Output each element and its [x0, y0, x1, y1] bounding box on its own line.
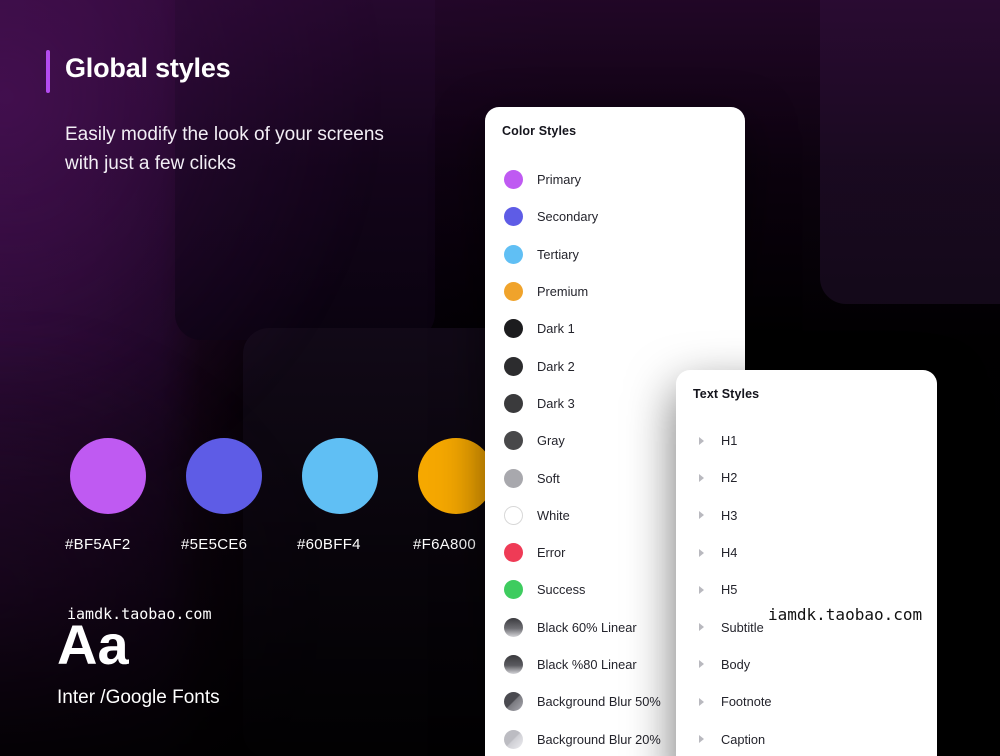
color-style-label: Primary [537, 172, 581, 187]
title-accent-bar [46, 50, 50, 93]
text-style-row[interactable]: H3 [676, 497, 937, 534]
chevron-right-icon[interactable] [699, 735, 704, 743]
color-style-label: White [537, 508, 570, 523]
text-styles-list: H1 H2 H3 H4 H5 Subtitle Body Footnote Caption [676, 422, 937, 756]
palette-hex-label: #F6A800 [413, 536, 476, 553]
color-style-row[interactable]: Secondary [485, 198, 745, 235]
color-style-row[interactable]: Premium [485, 273, 745, 310]
text-style-label: H5 [721, 582, 737, 597]
color-swatch-icon [504, 506, 523, 525]
color-style-label: Dark 3 [537, 396, 575, 411]
color-swatch-icon [504, 357, 523, 376]
font-name-caption: Inter /Google Fonts [57, 687, 220, 709]
palette-hex-label: #BF5AF2 [65, 536, 130, 553]
palette-hex-label: #5E5CE6 [181, 536, 247, 553]
color-swatch-icon [504, 692, 523, 711]
color-style-row[interactable]: Dark 1 [485, 310, 745, 347]
text-style-row[interactable]: Footnote [676, 683, 937, 720]
text-style-label: Footnote [721, 694, 772, 709]
color-style-label: Background Blur 50% [537, 694, 661, 709]
text-style-label: Body [721, 657, 750, 672]
text-style-label: Caption [721, 732, 765, 747]
palette-hex-label: #60BFF4 [297, 536, 361, 553]
text-style-row[interactable]: H4 [676, 534, 937, 571]
text-style-row[interactable]: Body [676, 646, 937, 683]
color-style-label: Dark 2 [537, 359, 575, 374]
chevron-right-icon[interactable] [699, 437, 704, 445]
color-style-label: Premium [537, 284, 588, 299]
color-style-label: Black %80 Linear [537, 657, 637, 672]
palette-circle [302, 438, 378, 514]
color-style-label: Black 60% Linear [537, 620, 637, 635]
text-style-label: H4 [721, 545, 737, 560]
text-style-label: Subtitle [721, 620, 764, 635]
text-style-row[interactable]: Subtitle [676, 608, 937, 645]
text-styles-title: Text Styles [693, 387, 759, 401]
color-style-row[interactable]: Primary [485, 161, 745, 198]
chevron-right-icon[interactable] [699, 474, 704, 482]
palette-circle [418, 438, 494, 514]
color-style-label: Success [537, 582, 585, 597]
global-styles-showcase: Global styles Easily modify the look of … [0, 0, 1000, 756]
color-swatch-icon [504, 655, 523, 674]
color-style-label: Error [537, 545, 565, 560]
text-style-row[interactable]: Caption [676, 720, 937, 756]
color-swatch-icon [504, 207, 523, 226]
palette-circle [186, 438, 262, 514]
chevron-right-icon[interactable] [699, 660, 704, 668]
color-swatch-icon [504, 730, 523, 749]
text-style-label: H2 [721, 470, 737, 485]
color-style-label: Dark 1 [537, 321, 575, 336]
page-subtitle: Easily modify the look of your screens w… [65, 120, 395, 178]
color-swatch-icon [504, 245, 523, 264]
color-swatch-icon [504, 618, 523, 637]
text-style-label: H3 [721, 508, 737, 523]
font-sample-glyph: Aa [57, 617, 129, 673]
color-swatch-icon [504, 580, 523, 599]
color-style-row[interactable]: Tertiary [485, 236, 745, 273]
chevron-right-icon[interactable] [699, 549, 704, 557]
color-styles-title: Color Styles [502, 124, 576, 138]
palette-circle [70, 438, 146, 514]
text-styles-panel: Text Styles H1 H2 H3 H4 H5 Subtitle Body Footno… [676, 370, 937, 756]
color-swatch-icon [504, 543, 523, 562]
text-style-label: H1 [721, 433, 737, 448]
text-style-row[interactable]: H5 [676, 571, 937, 608]
color-swatch-icon [504, 170, 523, 189]
text-style-row[interactable]: H2 [676, 459, 937, 496]
color-swatch-icon [504, 319, 523, 338]
page-title: Global styles [65, 53, 230, 84]
color-swatch-icon [504, 394, 523, 413]
chevron-right-icon[interactable] [699, 511, 704, 519]
color-swatch-icon [504, 431, 523, 450]
color-style-label: Tertiary [537, 247, 579, 262]
text-style-row[interactable]: H1 [676, 422, 937, 459]
color-style-label: Gray [537, 433, 565, 448]
color-style-label: Soft [537, 471, 560, 486]
color-style-label: Secondary [537, 209, 598, 224]
chevron-right-icon[interactable] [699, 623, 704, 631]
chevron-right-icon[interactable] [699, 698, 704, 706]
color-swatch-icon [504, 469, 523, 488]
color-swatch-icon [504, 282, 523, 301]
chevron-right-icon[interactable] [699, 586, 704, 594]
color-style-label: Background Blur 20% [537, 732, 661, 747]
